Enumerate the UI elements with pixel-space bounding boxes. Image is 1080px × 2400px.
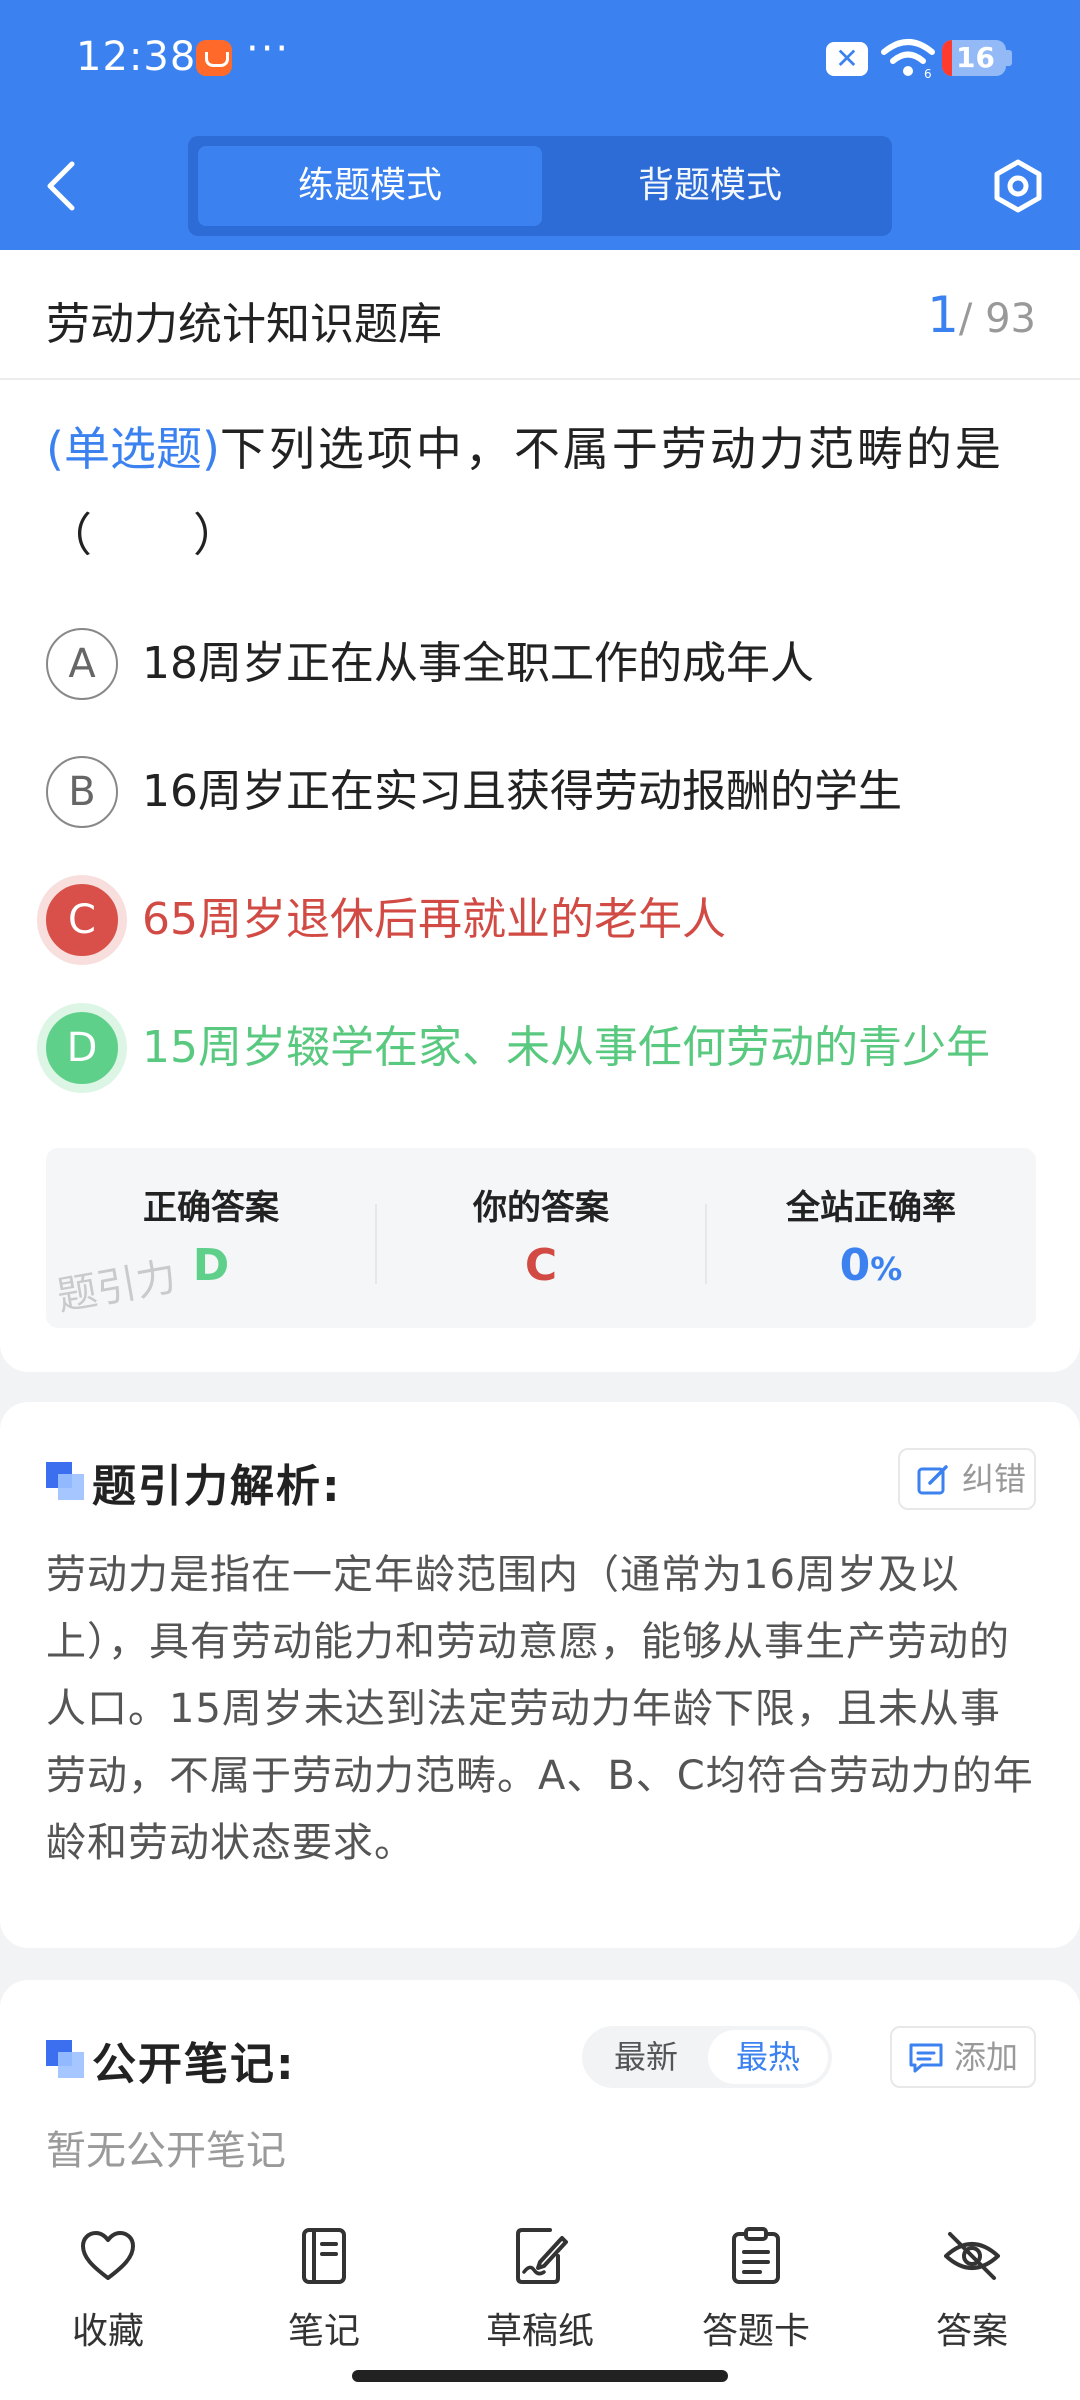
bank-row: 劳动力统计知识题库 1/ 93 — [0, 250, 1080, 380]
option-d[interactable]: D 15周岁辍学在家、未从事任何劳动的青少年 — [46, 1008, 1046, 1088]
option-text: 15周岁辍学在家、未从事任何劳动的青少年 — [142, 1022, 990, 1073]
mode-switch: 练题模式 背题模式 — [188, 136, 892, 236]
option-text: 65周岁退休后再就业的老年人 — [142, 894, 726, 945]
edit-icon — [917, 1465, 948, 1495]
option-a[interactable]: A 18周岁正在从事全职工作的成年人 — [46, 624, 1046, 704]
section-icon — [46, 1462, 84, 1500]
app-header: 12:38 ··· ✕ 6 16 练题模式 背题模式 — [0, 0, 1080, 250]
notes-sort-toggle: 最新 最热 — [582, 2026, 832, 2088]
option-letter: D — [46, 1012, 118, 1084]
question-progress: 1/ 93 — [927, 286, 1036, 344]
accuracy-value: 0% — [706, 1240, 1036, 1291]
nav-label: 收藏 — [71, 2311, 144, 2352]
your-answer-label: 你的答案 — [473, 1188, 609, 1228]
eye-off-icon — [944, 2232, 1000, 2280]
section-icon — [46, 2040, 84, 2078]
accuracy-unit: % — [870, 1250, 903, 1288]
nav-label: 笔记 — [287, 2311, 360, 2352]
more-notifications-icon: ··· — [246, 26, 291, 72]
wifi-icon: 6 — [881, 39, 935, 80]
accuracy-number: 0 — [839, 1240, 871, 1291]
status-time: 12:38 — [76, 34, 197, 80]
bottom-toolbar: 收藏 笔记 草稿纸 答题卡 答案 — [0, 2190, 1080, 2400]
nav-label: 草稿纸 — [485, 2311, 594, 2352]
accuracy-label: 全站正确率 — [786, 1188, 956, 1228]
question-type: (单选题) — [46, 422, 220, 476]
question-stem: (单选题)下列选项中，不属于劳动力范畴的是（ ） — [46, 406, 1042, 578]
heart-icon — [81, 2231, 135, 2280]
tab-practice-mode[interactable]: 练题模式 — [198, 146, 542, 226]
status-bar: 12:38 ··· ✕ 6 16 — [0, 0, 1080, 120]
clipboard-icon — [732, 2227, 780, 2284]
svg-text:6: 6 — [924, 67, 932, 80]
correct-answer-col: 正确答案 D 题引力 — [46, 1148, 376, 1328]
settings-icon[interactable] — [990, 158, 1046, 214]
option-letter: C — [46, 884, 118, 956]
empty-notes-text: 暂无公开笔记 — [46, 2128, 286, 2174]
question-card: 劳动力统计知识题库 1/ 93 (单选题)下列选项中，不属于劳动力范畴的是（ ）… — [0, 250, 1080, 1372]
analysis-text: 劳动力是指在一定年龄范围内（通常为16周岁及以上），具有劳动能力和劳动意愿，能够… — [46, 1552, 1034, 1866]
nav-answer-sheet[interactable]: 答题卡 — [648, 2226, 864, 2356]
your-answer-col: 你的答案 C — [376, 1148, 706, 1328]
option-b[interactable]: B 16周岁正在实习且获得劳动报酬的学生 — [46, 752, 1046, 832]
add-note-button[interactable]: 添加 — [890, 2026, 1036, 2088]
tab-memorize-mode[interactable]: 背题模式 — [538, 146, 882, 226]
option-letter: A — [46, 628, 118, 700]
sort-newest[interactable]: 最新 — [586, 2030, 706, 2084]
battery-level: 16 — [956, 41, 995, 74]
option-c[interactable]: C 65周岁退休后再就业的老年人 — [46, 880, 1046, 960]
answer-summary: 正确答案 D 题引力 你的答案 C 全站正确率 0% — [46, 1148, 1036, 1328]
nav-draft[interactable]: 草稿纸 — [432, 2226, 648, 2356]
nav-favorite[interactable]: 收藏 — [0, 2226, 216, 2356]
correct-answer-label: 正确答案 — [143, 1188, 279, 1228]
nav-label: 答案 — [935, 2311, 1008, 2352]
analysis-title: 题引力解析: — [92, 1461, 342, 1512]
notes-title: 公开笔记: — [92, 2039, 296, 2090]
nav-answer[interactable]: 答案 — [864, 2226, 1080, 2356]
your-answer-value: C — [524, 1240, 558, 1291]
notebook-icon — [302, 2228, 346, 2284]
add-note-label: 添加 — [954, 2038, 1019, 2076]
total-questions: / 93 — [958, 296, 1036, 342]
bank-title: 劳动力统计知识题库 — [46, 299, 442, 350]
draft-icon — [516, 2228, 568, 2284]
nav-label: 答题卡 — [701, 2311, 810, 2352]
accuracy-col: 全站正确率 0% — [706, 1148, 1036, 1328]
mi-app-icon — [196, 40, 232, 76]
battery-tip — [1006, 50, 1012, 66]
nav-notes[interactable]: 笔记 — [216, 2226, 432, 2356]
report-error-label: 纠错 — [962, 1460, 1027, 1498]
report-error-button[interactable]: 纠错 — [898, 1448, 1036, 1510]
sort-hottest[interactable]: 最热 — [708, 2030, 828, 2084]
no-sim-icon: ✕ — [826, 42, 868, 76]
back-arrow-icon[interactable] — [40, 158, 84, 214]
option-letter: B — [46, 756, 118, 828]
analysis-card: 题引力解析: 纠错 劳动力是指在一定年龄范围内（通常为16周岁及以上），具有劳动… — [0, 1402, 1080, 1948]
option-text: 16周岁正在实习且获得劳动报酬的学生 — [142, 766, 902, 817]
home-indicator[interactable] — [352, 2370, 728, 2382]
battery-icon: 16 — [942, 40, 1006, 76]
option-text: 18周岁正在从事全职工作的成年人 — [142, 638, 814, 689]
comment-icon — [909, 2043, 943, 2073]
current-question-number: 1 — [927, 286, 959, 344]
